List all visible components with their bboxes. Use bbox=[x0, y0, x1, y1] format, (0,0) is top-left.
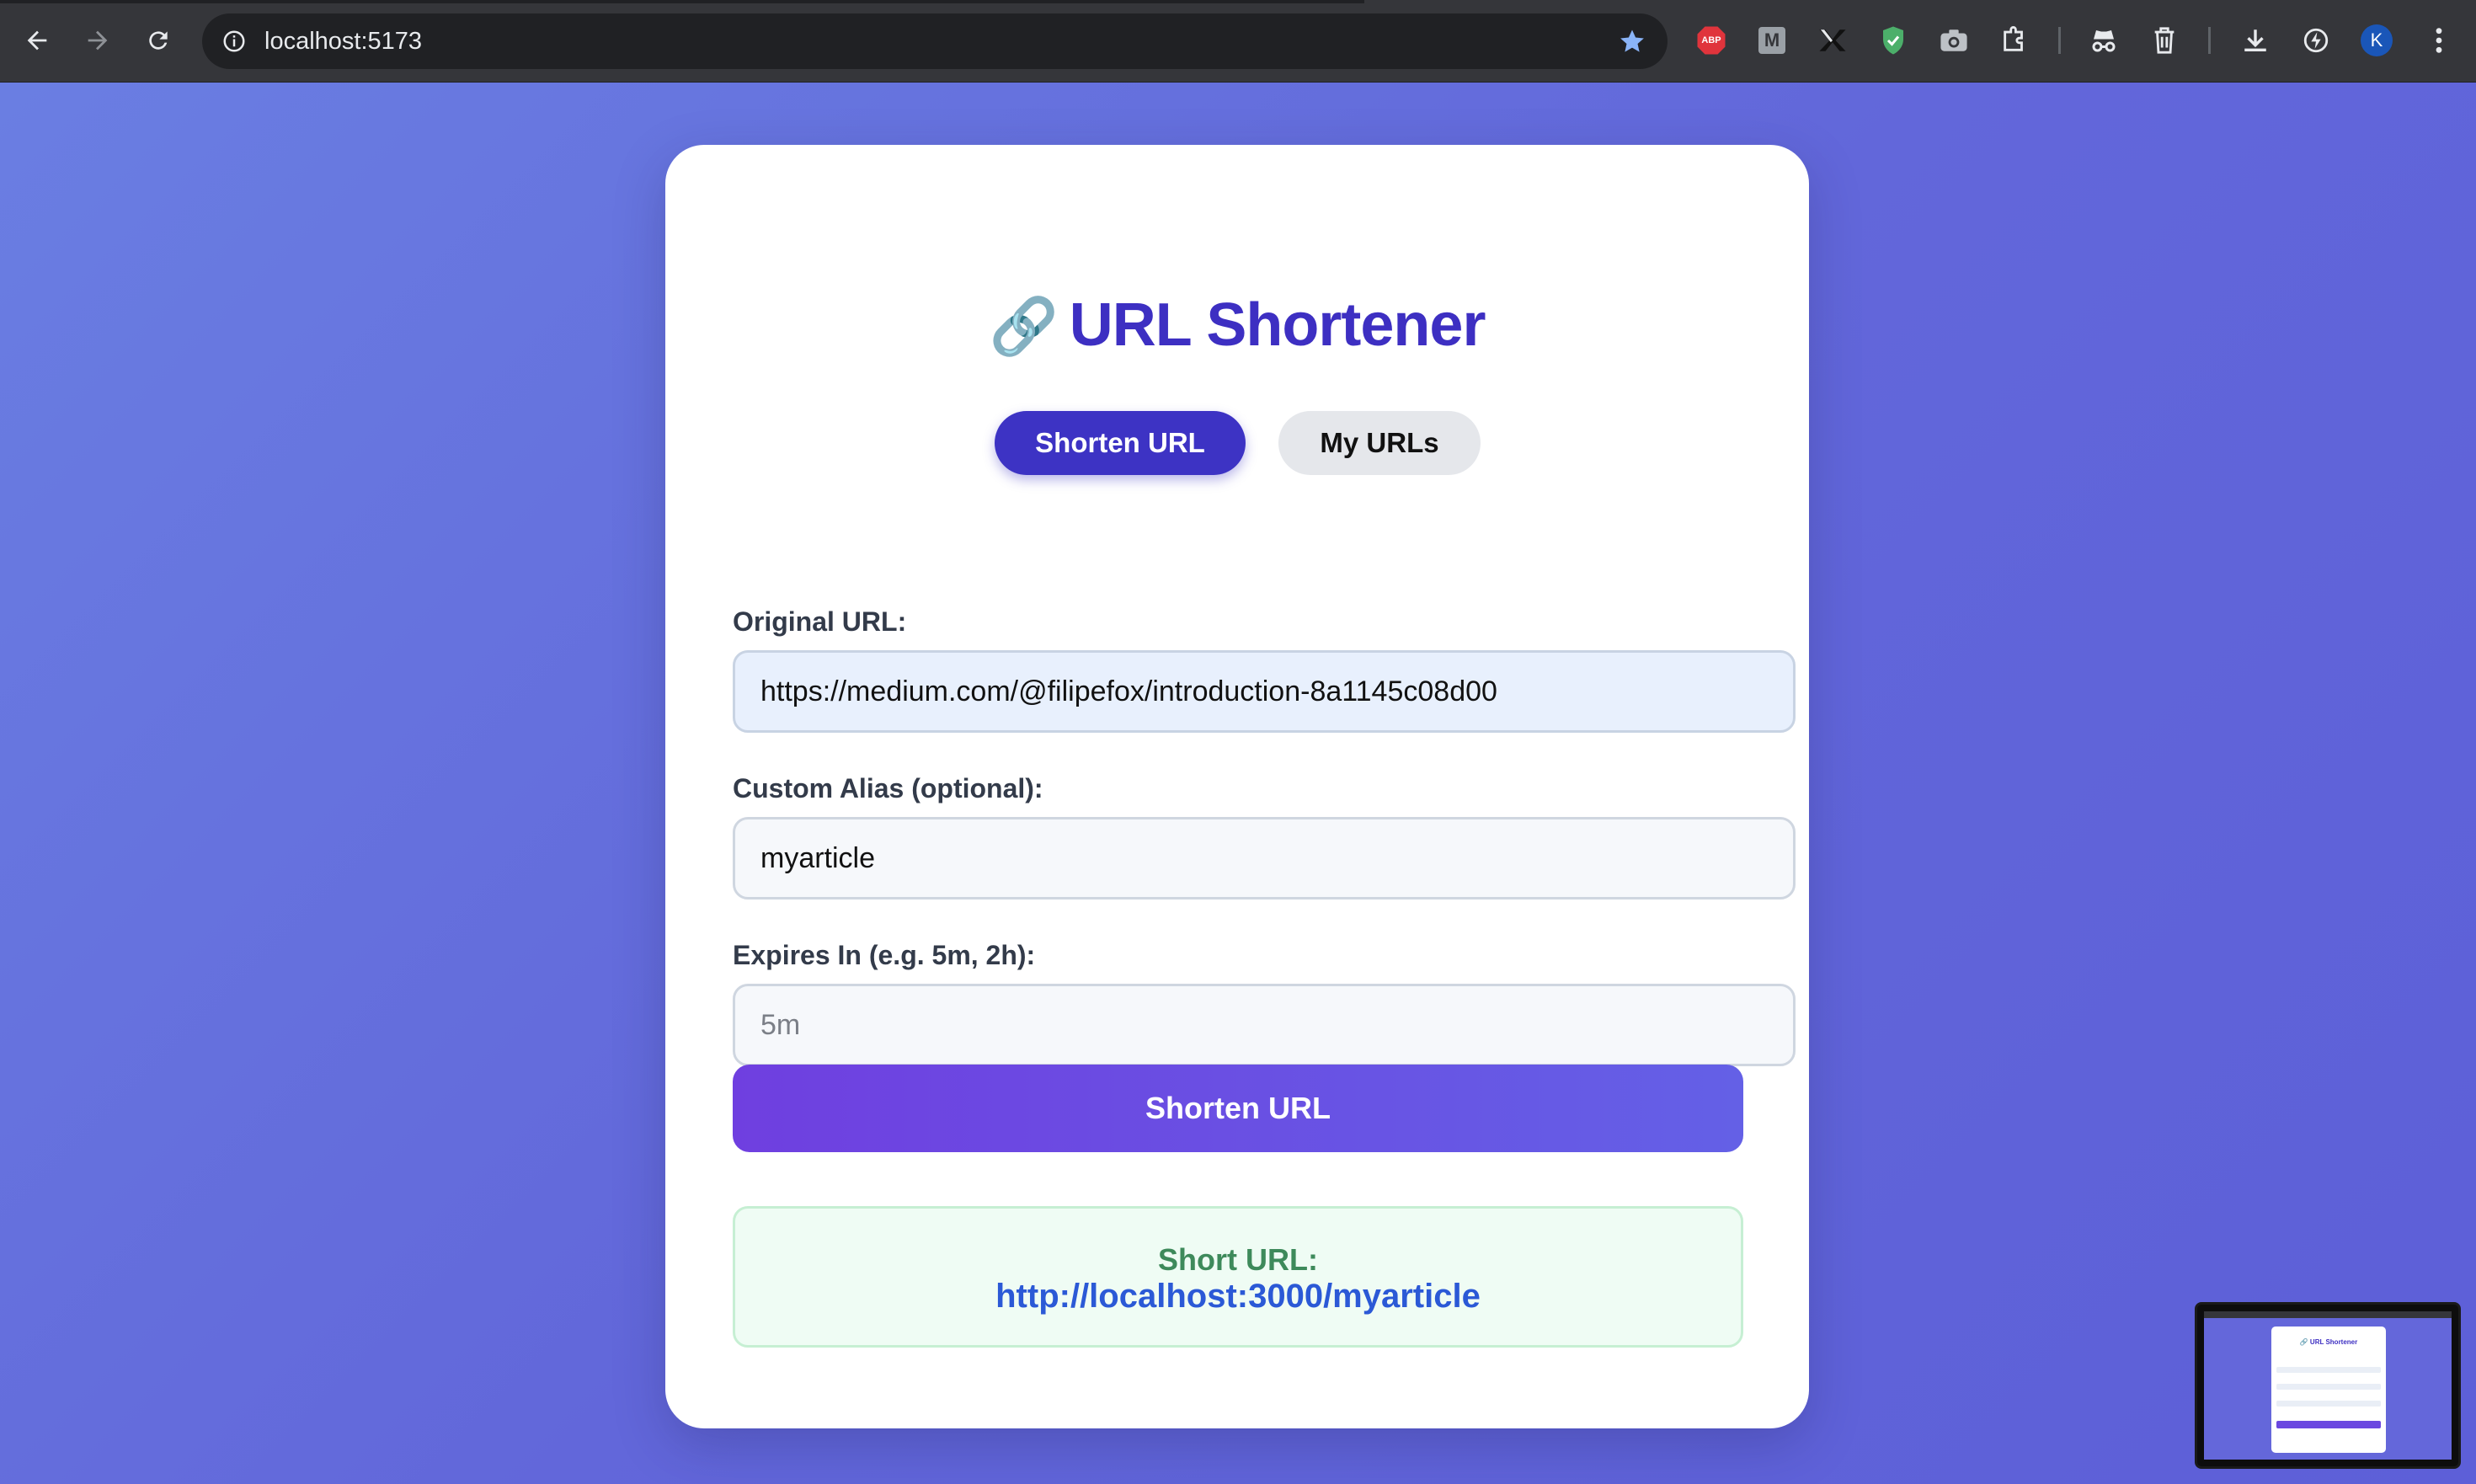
more-menu-icon[interactable] bbox=[2420, 22, 2457, 59]
profile-avatar[interactable]: K bbox=[2358, 22, 2395, 59]
incognito-icon[interactable] bbox=[2085, 22, 2122, 59]
toolbar-separator bbox=[2058, 27, 2061, 54]
site-info-icon[interactable] bbox=[216, 23, 253, 60]
back-button[interactable] bbox=[15, 19, 59, 62]
short-url-label: Short URL: bbox=[1158, 1242, 1318, 1277]
thumbnail-toolbar bbox=[2204, 1311, 2452, 1318]
custom-alias-label: Custom Alias (optional): bbox=[733, 773, 1043, 803]
shorten-url-button[interactable]: Shorten URL bbox=[733, 1065, 1743, 1152]
short-url-result: Short URL: http://localhost:3000/myartic… bbox=[733, 1206, 1743, 1348]
thumbnail-preview: 🔗 URL Shortener bbox=[2204, 1311, 2452, 1460]
page-title: 🔗 URL Shortener bbox=[665, 291, 1809, 360]
download-icon[interactable] bbox=[2237, 22, 2274, 59]
abp-label: ABP bbox=[1701, 35, 1721, 45]
reload-button[interactable] bbox=[136, 19, 180, 62]
expires-in-label: Expires In (e.g. 5m, 2h): bbox=[733, 940, 1036, 970]
performance-icon[interactable] bbox=[2297, 22, 2335, 59]
x-icon[interactable] bbox=[1814, 22, 1851, 59]
custom-alias-input[interactable] bbox=[733, 817, 1796, 899]
page-viewport: 🔗 URL Shortener Shorten URL My URLs Origi… bbox=[0, 83, 2476, 1484]
tab-shorten-url[interactable]: Shorten URL bbox=[995, 411, 1246, 475]
toolbar-separator bbox=[2208, 27, 2211, 54]
shield-icon[interactable] bbox=[1875, 22, 1912, 59]
short-url-link[interactable]: http://localhost:3000/myarticle bbox=[735, 1278, 1741, 1316]
browser-toolbar: localhost:5173 ABP M K bbox=[0, 0, 2476, 83]
original-url-input[interactable] bbox=[733, 650, 1796, 733]
thumbnail-button bbox=[2276, 1421, 2381, 1428]
m-icon[interactable]: M bbox=[1753, 22, 1790, 59]
thumbnail-field bbox=[2276, 1401, 2381, 1407]
profile-initial: K bbox=[2361, 24, 2393, 56]
tab-my-urls[interactable]: My URLs bbox=[1278, 411, 1481, 475]
thumbnail-field bbox=[2276, 1384, 2381, 1390]
puzzle-icon[interactable] bbox=[1996, 22, 2033, 59]
address-bar[interactable]: localhost:5173 bbox=[202, 13, 1668, 69]
reload-icon bbox=[149, 31, 168, 50]
trash-icon[interactable] bbox=[2146, 22, 2183, 59]
thumbnail-title: 🔗 URL Shortener bbox=[2299, 1338, 2358, 1346]
abp-icon[interactable]: ABP bbox=[1693, 22, 1730, 59]
bookmark-star-icon[interactable] bbox=[1614, 23, 1651, 60]
title-text: URL Shortener bbox=[1069, 291, 1486, 359]
m-label: M bbox=[1758, 27, 1785, 54]
screen-recording-thumbnail[interactable]: 🔗 URL Shortener bbox=[2195, 1302, 2461, 1469]
thumbnail-card: 🔗 URL Shortener bbox=[2271, 1327, 2386, 1453]
camera-icon[interactable] bbox=[1935, 22, 1972, 59]
forward-arrow-icon bbox=[88, 30, 108, 51]
url-text[interactable]: localhost:5173 bbox=[264, 13, 422, 69]
shortener-card: 🔗 URL Shortener Shorten URL My URLs Origi… bbox=[665, 145, 1809, 1428]
tab-strip-edge bbox=[0, 0, 1364, 3]
back-arrow-icon bbox=[27, 30, 47, 51]
original-url-label: Original URL: bbox=[733, 606, 907, 637]
expires-in-input[interactable] bbox=[733, 984, 1796, 1066]
link-icon: 🔗 bbox=[989, 295, 1059, 357]
forward-button[interactable] bbox=[76, 19, 120, 62]
thumbnail-field bbox=[2276, 1367, 2381, 1373]
